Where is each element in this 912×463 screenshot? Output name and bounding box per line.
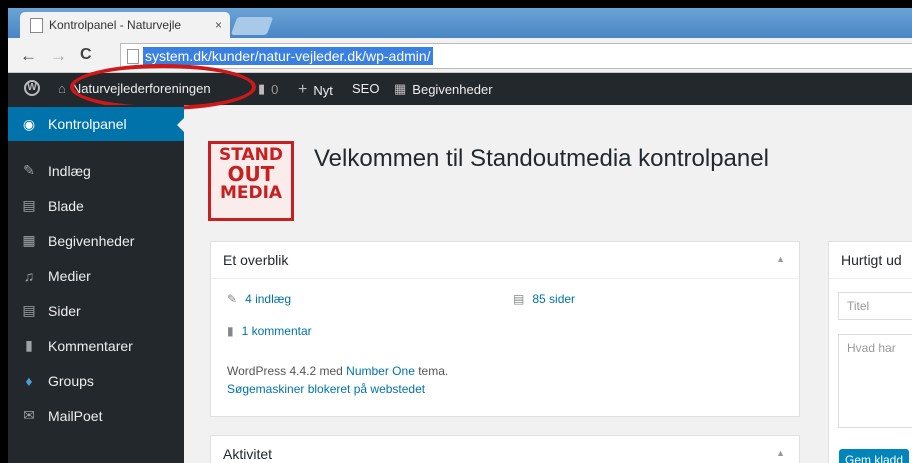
comments-link[interactable]: 1 kommentar — [242, 324, 312, 338]
comment-icon: ▮ — [258, 81, 266, 96]
sidebar-item-sider[interactable]: ▤ Sider — [8, 293, 184, 328]
version-suffix: tema. — [414, 364, 449, 378]
sidebar-item-blade[interactable]: ▤ Blade — [8, 188, 184, 223]
comment-icon: ▮ — [25, 337, 33, 353]
address-bar[interactable]: system.dk/kunder/natur-vejleder.dk/wp-ad… — [120, 43, 912, 69]
pin-icon: ✎ — [23, 162, 35, 178]
admin-bar-seo[interactable]: SEO — [352, 81, 379, 96]
admin-bar-comments[interactable]: ▮ 0 — [258, 81, 278, 97]
search-engines-blocked-link[interactable]: Søgemaskiner blokeret på webstedet — [227, 382, 425, 396]
mail-icon: ✉ — [23, 407, 35, 423]
sidebar-item-label: Medier — [48, 267, 91, 284]
media-icon: ♫ — [23, 267, 35, 284]
admin-bar-new[interactable]: + Nyt — [298, 81, 333, 99]
sidebar-item-indlaeg[interactable]: ✎ Indlæg — [8, 153, 184, 188]
save-draft-button[interactable]: Gem kladd — [839, 449, 910, 463]
pages-count-row[interactable]: ▤ 85 sider — [513, 292, 575, 306]
sidebar-item-kontrolpanel[interactable]: ◉ Kontrolpanel — [8, 107, 185, 141]
overview-widget: Et overblik ▲ ✎ 4 indlæg ▤ 85 sider ▮ 1 … — [210, 241, 800, 417]
collapse-arrow-icon[interactable]: ▲ — [776, 448, 785, 458]
pages-icon: ▤ — [22, 302, 36, 318]
page-title: Velkommen til Standoutmedia kontrolpanel — [314, 145, 769, 172]
page-icon — [127, 48, 139, 64]
red-highlight-circle — [70, 64, 256, 110]
quick-draft-header: Hurtigt ud — [829, 242, 912, 279]
admin-sidebar: ◉ Kontrolpanel ✎ Indlæg ▤ Blade ▦ Begive… — [8, 105, 185, 463]
sidebar-item-label: Begivenheder — [48, 232, 135, 249]
comment-icon: ▮ — [227, 324, 234, 338]
calendar-icon: ▦ — [22, 232, 36, 248]
standoutmedia-logo: STAND OUT MEDIA — [208, 141, 294, 221]
pages-icon: ▤ — [22, 197, 36, 213]
activity-widget: Aktivitet ▲ — [210, 435, 800, 463]
dashboard-icon: ◉ — [22, 115, 36, 132]
browser-tab[interactable]: Kontrolpanel - Naturvejle × — [20, 12, 230, 38]
logo-line: OUT — [227, 162, 275, 186]
forward-icon[interactable]: → — [50, 46, 67, 66]
pages-icon: ▤ — [513, 292, 525, 306]
posts-count-row[interactable]: ✎ 4 indlæg — [227, 292, 291, 306]
overview-header[interactable]: Et overblik ▲ — [211, 242, 799, 279]
version-prefix: WordPress 4.4.2 med — [227, 364, 347, 378]
draft-title-input[interactable]: Titel — [838, 292, 912, 320]
calendar-icon: ▦ — [394, 81, 407, 96]
tab-title: Kontrolpanel - Naturvejle — [49, 18, 182, 32]
back-icon[interactable]: ← — [20, 46, 37, 66]
theme-link[interactable]: Number One — [346, 364, 415, 378]
close-icon[interactable]: × — [215, 18, 222, 32]
plus-icon: + — [298, 81, 308, 98]
browser-tabstrip: Kontrolpanel - Naturvejle × — [8, 8, 912, 38]
new-tab-button[interactable] — [230, 17, 274, 35]
sidebar-item-label: MailPoet — [48, 407, 103, 424]
url-text[interactable]: system.dk/kunder/natur-vejleder.dk/wp-ad… — [143, 47, 433, 65]
activity-header[interactable]: Aktivitet ▲ — [211, 436, 799, 463]
overview-heading: Et overblik — [223, 252, 289, 268]
wordpress-logo-icon[interactable]: W — [24, 80, 40, 96]
posts-link[interactable]: 4 indlæg — [245, 292, 291, 306]
page-icon — [30, 17, 43, 33]
events-label: Begivenheder — [412, 81, 493, 97]
new-label: Nyt — [313, 82, 333, 98]
sidebar-item-label: Kommentarer — [48, 337, 133, 354]
pages-link[interactable]: 85 sider — [532, 292, 575, 306]
sidebar-item-label: Groups — [48, 372, 94, 389]
admin-bar-events[interactable]: ▦ Begivenheder — [394, 81, 493, 97]
groups-icon: ♦ — [25, 372, 33, 389]
quick-draft-heading: Hurtigt ud — [841, 252, 902, 268]
sidebar-item-label: Blade — [48, 197, 84, 214]
reload-icon[interactable]: C — [80, 46, 92, 64]
activity-heading: Aktivitet — [223, 446, 273, 462]
logo-line: MEDIA — [219, 183, 283, 203]
sidebar-item-begivenheder[interactable]: ▦ Begivenheder — [8, 223, 184, 258]
sidebar-item-mailpoet[interactable]: ✉ MailPoet — [8, 398, 184, 433]
sidebar-item-label: Kontrolpanel — [48, 116, 127, 132]
comments-count-row[interactable]: ▮ 1 kommentar — [227, 324, 312, 338]
sidebar-item-label: Indlæg — [48, 162, 91, 179]
sidebar-item-label: Sider — [48, 302, 81, 319]
comments-count: 0 — [271, 81, 279, 97]
version-info: WordPress 4.4.2 med Number One tema. — [227, 364, 448, 378]
draft-content-textarea[interactable]: Hvad har — [838, 334, 912, 428]
seo-label: SEO — [352, 81, 380, 96]
screen: Kontrolpanel - Naturvejle × ← → C system… — [8, 8, 912, 463]
sidebar-item-groups[interactable]: ♦ Groups — [8, 363, 184, 398]
sidebar-item-medier[interactable]: ♫ Medier — [8, 258, 184, 293]
sidebar-item-kommentarer[interactable]: ▮ Kommentarer — [8, 328, 184, 363]
collapse-arrow-icon[interactable]: ▲ — [776, 254, 785, 264]
home-icon: ⌂ — [58, 81, 66, 96]
pin-icon: ✎ — [227, 292, 238, 306]
